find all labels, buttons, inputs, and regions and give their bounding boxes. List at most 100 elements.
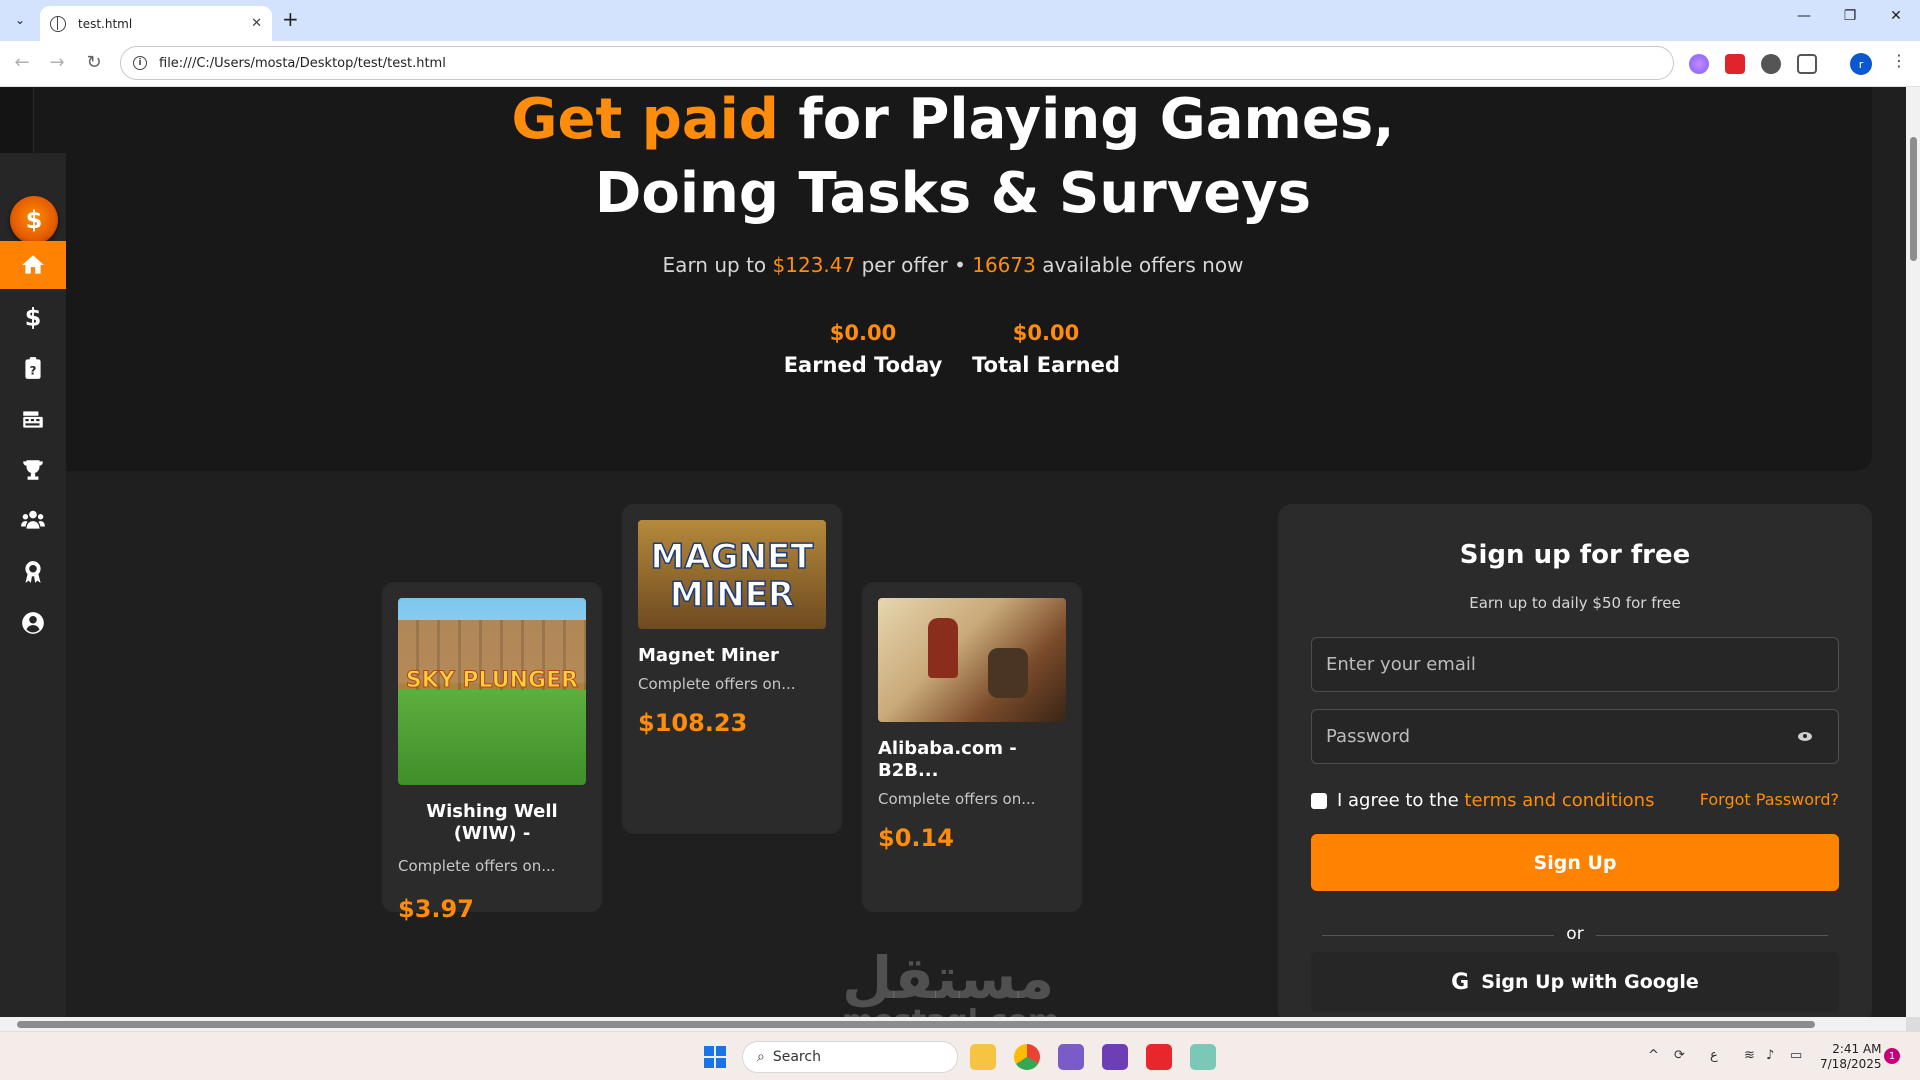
figure-shape bbox=[928, 618, 958, 678]
browser-tab[interactable]: test.html ✕ bbox=[40, 6, 272, 41]
stat-label: Total Earned bbox=[972, 353, 1120, 377]
eye-icon[interactable] bbox=[1798, 732, 1812, 741]
dollar-icon: $ bbox=[25, 304, 42, 330]
page-viewport: $ $ ? Get paid for Playing Games, Doing … bbox=[0, 87, 1906, 1017]
watermark: مستقل mostaql.com bbox=[842, 949, 1059, 1017]
offer-desc: Complete offers on... bbox=[398, 857, 556, 875]
agree-prefix: I agree to the bbox=[1337, 790, 1465, 811]
chrome-icon[interactable] bbox=[1014, 1044, 1040, 1070]
tab-search-button[interactable]: ⌄ bbox=[7, 9, 33, 31]
offer-image-text: SKY PLUNGER bbox=[405, 668, 579, 694]
signup-title: Sign up for free bbox=[1459, 540, 1691, 570]
taskbar-search[interactable]: ⌕ Search bbox=[742, 1041, 958, 1073]
stat-value: $0.00 bbox=[1012, 321, 1080, 345]
trophy-icon bbox=[23, 460, 43, 480]
hero-headline-line1: Get paid for Playing Games, bbox=[0, 87, 1906, 157]
signup-subtitle: Earn up to daily $50 for free bbox=[1469, 594, 1681, 612]
volume-icon[interactable]: ♪ bbox=[1766, 1048, 1774, 1063]
start-button[interactable] bbox=[704, 1046, 726, 1068]
url-text: file:///C:/Users/mosta/Desktop/test/test… bbox=[159, 55, 446, 71]
new-tab-button[interactable]: + bbox=[282, 7, 299, 31]
offer-image bbox=[878, 598, 1066, 722]
close-window-button[interactable]: ✕ bbox=[1876, 8, 1916, 24]
offer-card[interactable]: Alibaba.com - B2B... Complete offers on.… bbox=[862, 582, 1082, 912]
or-text: or bbox=[1566, 924, 1584, 944]
address-bar[interactable]: i file:///C:/Users/mosta/Desktop/test/te… bbox=[120, 46, 1674, 80]
forward-button[interactable]: → bbox=[45, 52, 69, 73]
sub-mid: per offer • bbox=[855, 253, 973, 277]
site-info-icon[interactable]: i bbox=[133, 56, 147, 70]
snipping-tool-icon[interactable] bbox=[1190, 1044, 1216, 1070]
sidebar-item-rewards[interactable] bbox=[0, 548, 66, 596]
profile-avatar[interactable]: r bbox=[1850, 53, 1872, 75]
sync-icon[interactable]: ⟳ bbox=[1674, 1048, 1685, 1063]
reload-button[interactable]: ↻ bbox=[82, 52, 106, 73]
offer-card[interactable]: MAGNET MINER Magnet Miner Complete offer… bbox=[622, 504, 842, 834]
sub-prefix: Earn up to bbox=[662, 253, 773, 277]
stat-label: Earned Today bbox=[783, 353, 943, 377]
sidebar-item-leaderboard[interactable] bbox=[0, 446, 66, 494]
offer-title: Alibaba.com - B2B... bbox=[878, 738, 1017, 781]
horizontal-scrollbar[interactable] bbox=[0, 1017, 1906, 1031]
sidebar-item-earn[interactable]: $ bbox=[0, 293, 66, 341]
clipboard-question-icon: ? bbox=[25, 357, 41, 379]
signup-button[interactable]: Sign Up bbox=[1311, 834, 1839, 891]
offer-image: MAGNET MINER bbox=[638, 520, 826, 629]
vertical-scroll-thumb[interactable] bbox=[1910, 137, 1917, 261]
horizontal-scroll-thumb[interactable] bbox=[17, 1021, 1815, 1028]
offer-price: $108.23 bbox=[638, 709, 748, 737]
visual-studio-icon[interactable] bbox=[1102, 1044, 1128, 1070]
vertical-scrollbar[interactable] bbox=[1906, 87, 1920, 1017]
forgot-password-link[interactable]: Forgot Password? bbox=[1700, 790, 1839, 809]
sub-suffix: available offers now bbox=[1035, 253, 1244, 277]
sidebar-item-tasks[interactable] bbox=[0, 395, 66, 443]
terms-label: I agree to the terms and conditions bbox=[1337, 790, 1654, 811]
minimize-button[interactable]: — bbox=[1784, 8, 1824, 24]
offer-desc: Complete offers on... bbox=[878, 790, 1036, 808]
sidebar-item-referrals[interactable] bbox=[0, 496, 66, 544]
google-icon: G bbox=[1451, 969, 1470, 995]
offer-price: $3.97 bbox=[398, 895, 474, 923]
extensions-puzzle-icon[interactable] bbox=[1797, 54, 1817, 74]
offer-title: Wishing Well (WIW) - bbox=[426, 801, 558, 844]
signup-panel: Sign up for free Earn up to daily $50 fo… bbox=[1278, 504, 1872, 1017]
offer-desc: Complete offers on... bbox=[638, 675, 796, 693]
terms-link[interactable]: terms and conditions bbox=[1464, 790, 1654, 811]
offer-image: SKY PLUNGER bbox=[398, 598, 586, 785]
system-clock[interactable]: 2:41 AM 7/18/2025 bbox=[1820, 1042, 1882, 1072]
extension-icon-3[interactable] bbox=[1761, 54, 1781, 74]
stat-total-earned: $0.00 Total Earned bbox=[956, 321, 1136, 377]
offer-price: $0.14 bbox=[878, 824, 954, 852]
extension-icon-2[interactable] bbox=[1725, 54, 1745, 74]
terms-checkbox[interactable] bbox=[1311, 793, 1327, 809]
battery-icon[interactable]: ▭ bbox=[1790, 1048, 1802, 1063]
password-field[interactable]: Password bbox=[1311, 709, 1839, 764]
google-signup-button[interactable]: G Sign Up with Google bbox=[1311, 952, 1839, 1012]
headline-rest: for Playing Games, bbox=[778, 87, 1395, 152]
max-offer-amount: $123.47 bbox=[772, 253, 856, 277]
offer-card[interactable]: SKY PLUNGER Wishing Well (WIW) - Complet… bbox=[382, 582, 602, 923]
email-field[interactable]: Enter your email bbox=[1311, 637, 1839, 692]
chevron-up-icon[interactable]: ^ bbox=[1648, 1048, 1659, 1063]
notification-badge[interactable]: 1 bbox=[1884, 1048, 1900, 1064]
windows-taskbar: ⌕ Search ^ ⟳ ع ≋ ♪ ▭ 2:41 AM 7/18/2025 1 bbox=[0, 1031, 1920, 1080]
browser-toolbar: ← → ↻ i file:///C:/Users/mosta/Desktop/t… bbox=[0, 41, 1920, 87]
search-placeholder: Search bbox=[772, 1049, 821, 1065]
globe-icon bbox=[50, 15, 66, 32]
offer-image-text: MAGNET MINER bbox=[638, 537, 826, 615]
google-button-label: Sign Up with Google bbox=[1481, 971, 1699, 993]
image-text-line1: MAGNET bbox=[650, 537, 814, 577]
language-indicator[interactable]: ع bbox=[1710, 1048, 1718, 1063]
extension-icon-1[interactable] bbox=[1689, 54, 1709, 74]
sidebar-item-profile[interactable] bbox=[0, 599, 66, 647]
restore-button[interactable]: ❐ bbox=[1830, 8, 1870, 24]
wifi-icon[interactable]: ≋ bbox=[1744, 1048, 1755, 1063]
browser-menu-icon[interactable]: ⋮ bbox=[1891, 51, 1907, 70]
wps-office-icon[interactable] bbox=[1146, 1044, 1172, 1070]
visual-studio-code-icon[interactable] bbox=[1058, 1044, 1084, 1070]
close-tab-icon[interactable]: ✕ bbox=[251, 16, 262, 31]
file-explorer-icon[interactable] bbox=[970, 1044, 996, 1070]
sidebar-item-surveys[interactable]: ? bbox=[0, 344, 66, 392]
back-button[interactable]: ← bbox=[10, 52, 34, 73]
figure-shape bbox=[988, 648, 1028, 698]
